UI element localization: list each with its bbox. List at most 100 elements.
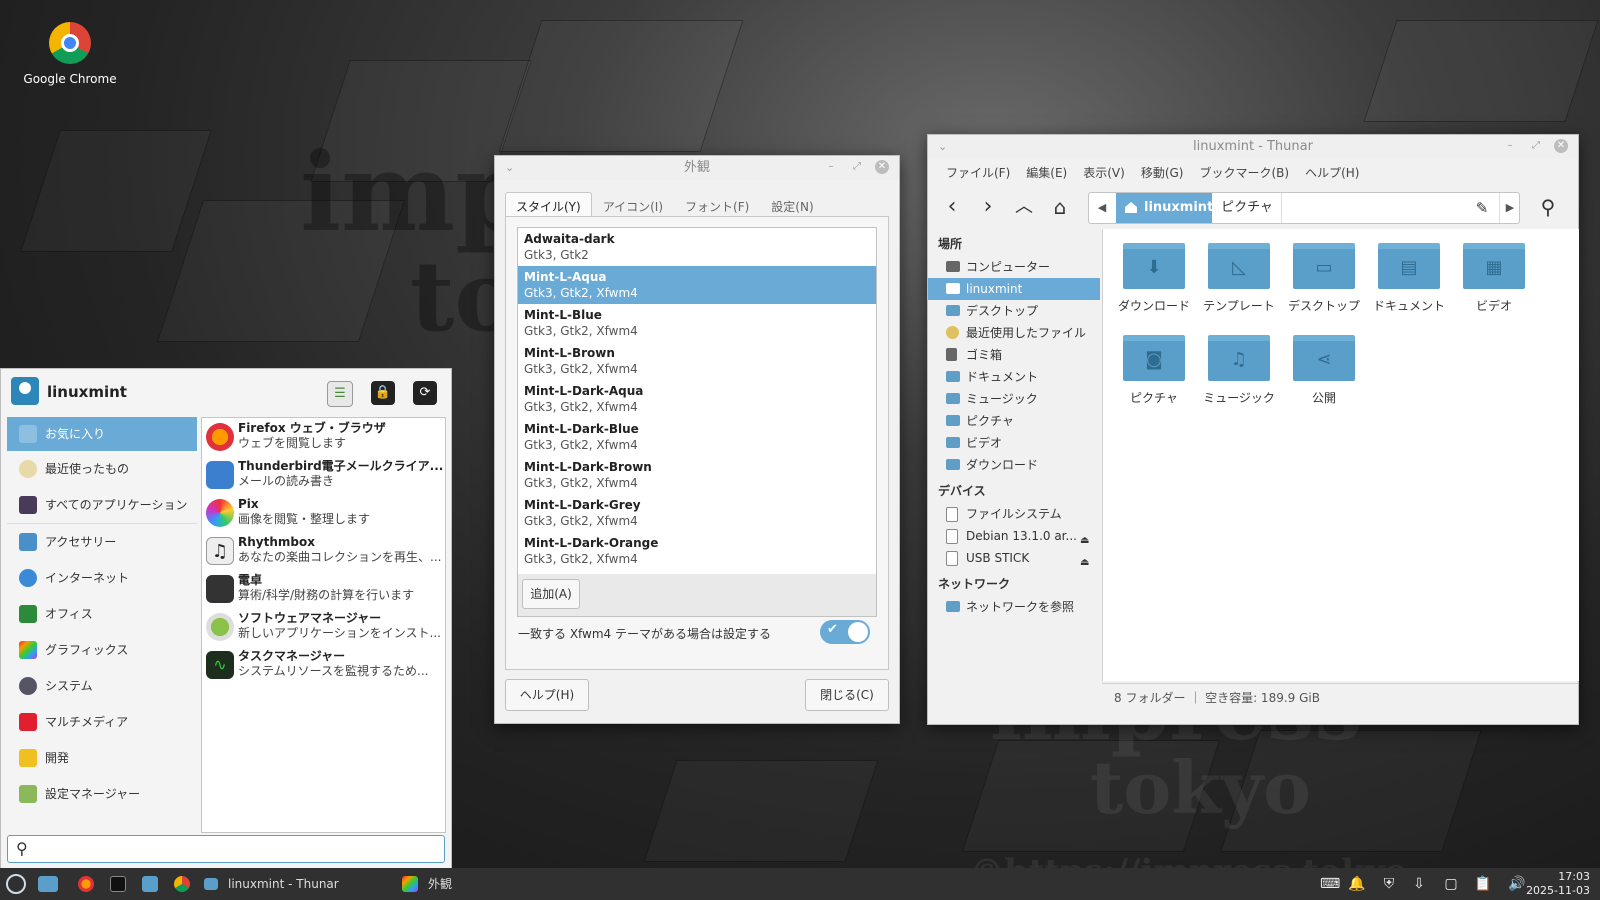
sidebar-item-filesystem[interactable]: ファイルシステム bbox=[928, 503, 1100, 525]
menu-go[interactable]: 移動(G) bbox=[1133, 159, 1192, 185]
help-button[interactable]: ヘルプ(H) bbox=[505, 679, 589, 711]
app-firefox[interactable]: Firefox ウェブ・ブラウザ ウェブを閲覧します bbox=[202, 418, 445, 456]
theme-item[interactable]: Mint-L-Dark-Aqua Gtk3, Gtk2, Xfwm4 bbox=[518, 380, 876, 418]
back-icon[interactable]: ‹ bbox=[938, 193, 966, 221]
window-menu-icon[interactable]: ⌄ bbox=[938, 135, 947, 159]
category-recent[interactable]: 最近使ったもの bbox=[7, 451, 197, 487]
sidebar-item-browse-network[interactable]: ネットワークを参照 bbox=[928, 596, 1100, 618]
add-theme-button[interactable]: 追加(A) bbox=[522, 579, 580, 609]
menu-help[interactable]: ヘルプ(H) bbox=[1297, 159, 1367, 185]
folder-videos[interactable]: ▦ ビデオ bbox=[1451, 243, 1537, 314]
theme-item[interactable]: Mint-L-Dark-Blue Gtk3, Gtk2, Xfwm4 bbox=[518, 418, 876, 456]
volume-icon[interactable]: 🔊 bbox=[1508, 875, 1526, 893]
category-settings-manager[interactable]: 設定マネージャー bbox=[7, 776, 197, 812]
theme-item[interactable]: Mint-L-Blue Gtk3, Gtk2, Xfwm4 bbox=[518, 304, 876, 342]
firefox-icon[interactable] bbox=[78, 876, 94, 892]
edit-path-icon[interactable]: ✎ bbox=[1473, 193, 1491, 223]
theme-list[interactable]: Adwaita-dark Gtk3, Gtk2 Mint-L-Aqua Gtk3, … bbox=[517, 227, 877, 575]
keyboard-icon[interactable]: ⌨ bbox=[1320, 875, 1340, 893]
folder-icon[interactable] bbox=[142, 876, 158, 892]
path-scroll-right-icon[interactable]: ▶ bbox=[1499, 193, 1519, 223]
maximize-button[interactable]: ⤢ bbox=[849, 159, 865, 175]
close-icon[interactable]: ✕ bbox=[875, 160, 889, 174]
menu-edit[interactable]: 編集(E) bbox=[1018, 159, 1075, 185]
desktop-icon-google-chrome[interactable]: Google Chrome bbox=[20, 22, 120, 86]
clock[interactable]: 17:03 2025-11-03 bbox=[1526, 870, 1590, 898]
folder-documents[interactable]: ▤ ドキュメント bbox=[1366, 243, 1452, 314]
task-thunar[interactable]: linuxmint - Thunar bbox=[228, 874, 339, 894]
category-all-applications[interactable]: すべてのアプリケーション bbox=[7, 487, 197, 524]
category-favorites[interactable]: お気に入り bbox=[7, 417, 197, 451]
app-thunderbird[interactable]: Thunderbird電子メールクライア... メールの読み書き bbox=[202, 456, 445, 494]
app-task-manager[interactable]: ∿ タスクマネージャー システムリソースを監視するため... bbox=[202, 646, 445, 684]
close-button[interactable]: 閉じる(C) bbox=[805, 679, 889, 711]
sidebar-item-pictures[interactable]: ピクチャ bbox=[928, 410, 1100, 432]
category-system[interactable]: システム bbox=[7, 668, 197, 704]
folder-music[interactable]: ♫ ミュージック bbox=[1196, 335, 1282, 406]
folder-downloads[interactable]: ⬇ ダウンロード bbox=[1111, 243, 1197, 314]
terminal-icon[interactable] bbox=[110, 876, 126, 892]
category-development[interactable]: 開発 bbox=[7, 740, 197, 776]
menu-bookmarks[interactable]: ブックマーク(B) bbox=[1191, 159, 1297, 185]
titlebar[interactable]: ⌄ linuxmint - Thunar – ⤢ ✕ bbox=[928, 135, 1578, 159]
theme-item[interactable]: Adwaita-dark Gtk3, Gtk2 bbox=[518, 228, 876, 266]
path-segment-pictures[interactable]: ピクチャ bbox=[1213, 193, 1282, 223]
home-icon[interactable]: ⌂ bbox=[1046, 193, 1074, 221]
menu-file[interactable]: ファイル(F) bbox=[938, 159, 1018, 185]
chrome-icon[interactable] bbox=[174, 876, 190, 892]
folder-pictures[interactable]: ◙ ピクチャ bbox=[1111, 335, 1197, 406]
theme-item-selected[interactable]: Mint-L-Aqua Gtk3, Gtk2, Xfwm4 bbox=[518, 266, 876, 304]
close-icon[interactable]: ✕ bbox=[1554, 139, 1568, 153]
folder-public[interactable]: ⋖ 公開 bbox=[1281, 335, 1367, 406]
window-icon[interactable]: ▢ bbox=[1442, 875, 1460, 893]
minimize-button[interactable]: – bbox=[1502, 138, 1518, 154]
search-input[interactable]: ⚲ bbox=[7, 835, 445, 863]
xfwm4-toggle[interactable]: ✔ bbox=[820, 620, 870, 644]
sidebar-item-recent[interactable]: 最近使用したファイル bbox=[928, 322, 1100, 344]
category-multimedia[interactable]: マルチメディア bbox=[7, 704, 197, 740]
notification-bell-icon[interactable]: 🔔 bbox=[1348, 875, 1366, 893]
eject-icon[interactable]: ⏏ bbox=[1080, 530, 1092, 546]
category-internet[interactable]: インターネット bbox=[7, 560, 197, 596]
mint-menu-icon[interactable] bbox=[6, 874, 26, 894]
settings-manager-icon[interactable]: ☰ bbox=[327, 381, 353, 407]
up-icon[interactable]: ︿ bbox=[1010, 193, 1038, 221]
file-view[interactable]: ⬇ ダウンロード ◺ テンプレート ▭ デスクトップ ▤ ドキュメント ▦ ビデオ ◙ ピク… bbox=[1102, 229, 1579, 681]
theme-item[interactable]: Mint-L-Dark-Grey Gtk3, Gtk2, Xfwm4 bbox=[518, 494, 876, 532]
sidebar-item-desktop[interactable]: デスクトップ bbox=[928, 300, 1100, 322]
clipboard-icon[interactable]: 📋 bbox=[1474, 875, 1492, 893]
sidebar-item-videos[interactable]: ビデオ bbox=[928, 432, 1100, 454]
app-pix[interactable]: Pix 画像を閲覧・整理します bbox=[202, 494, 445, 532]
menu-view[interactable]: 表示(V) bbox=[1075, 159, 1133, 185]
app-rhythmbox[interactable]: ♫ Rhythmbox あなたの楽曲コレクションを再生、... bbox=[202, 532, 445, 570]
task-appearance[interactable]: 外観 bbox=[428, 874, 452, 894]
sidebar-item-downloads[interactable]: ダウンロード bbox=[928, 454, 1100, 476]
category-graphics[interactable]: グラフィックス bbox=[7, 632, 197, 668]
update-icon[interactable]: ⇩ bbox=[1410, 875, 1428, 893]
lock-icon[interactable]: 🔒 bbox=[371, 381, 395, 405]
show-desktop-icon[interactable] bbox=[38, 876, 58, 892]
theme-item[interactable]: Mint-L-Dark-Orange Gtk3, Gtk2, Xfwm4 bbox=[518, 532, 876, 570]
eject-icon[interactable]: ⏏ bbox=[1080, 552, 1092, 568]
minimize-button[interactable]: – bbox=[823, 159, 839, 175]
folder-desktop[interactable]: ▭ デスクトップ bbox=[1281, 243, 1367, 314]
sidebar-item-documents[interactable]: ドキュメント bbox=[928, 366, 1100, 388]
sidebar-item-debian-media[interactable]: Debian 13.1.0 ar... ⏏ bbox=[928, 525, 1100, 547]
shield-icon[interactable]: ⛨ bbox=[1380, 875, 1398, 893]
maximize-button[interactable]: ⤢ bbox=[1528, 138, 1544, 154]
sidebar-item-music[interactable]: ミュージック bbox=[928, 388, 1100, 410]
theme-item[interactable]: Mint-L-Dark-Brown Gtk3, Gtk2, Xfwm4 bbox=[518, 456, 876, 494]
sidebar-item-trash[interactable]: ゴミ箱 bbox=[928, 344, 1100, 366]
path-scroll-left-icon[interactable]: ◀ bbox=[1089, 193, 1115, 223]
app-calculator[interactable]: 電卓 算術/科学/財務の計算を行います bbox=[202, 570, 445, 608]
sidebar-item-computer[interactable]: コンピューター bbox=[928, 256, 1100, 278]
app-software-manager[interactable]: ソフトウェアマネージャー 新しいアプリケーションをインスト... bbox=[202, 608, 445, 646]
window-menu-icon[interactable]: ⌄ bbox=[505, 156, 514, 180]
logout-icon[interactable]: ⟳ bbox=[413, 381, 437, 405]
titlebar[interactable]: ⌄ 外観 – ⤢ ✕ bbox=[495, 156, 899, 180]
category-office[interactable]: オフィス bbox=[7, 596, 197, 632]
folder-templates[interactable]: ◺ テンプレート bbox=[1196, 243, 1282, 314]
sidebar-item-usb-stick[interactable]: USB STICK ⏏ bbox=[928, 547, 1100, 569]
category-accessories[interactable]: アクセサリー bbox=[7, 524, 197, 560]
forward-icon[interactable]: › bbox=[974, 193, 1002, 221]
